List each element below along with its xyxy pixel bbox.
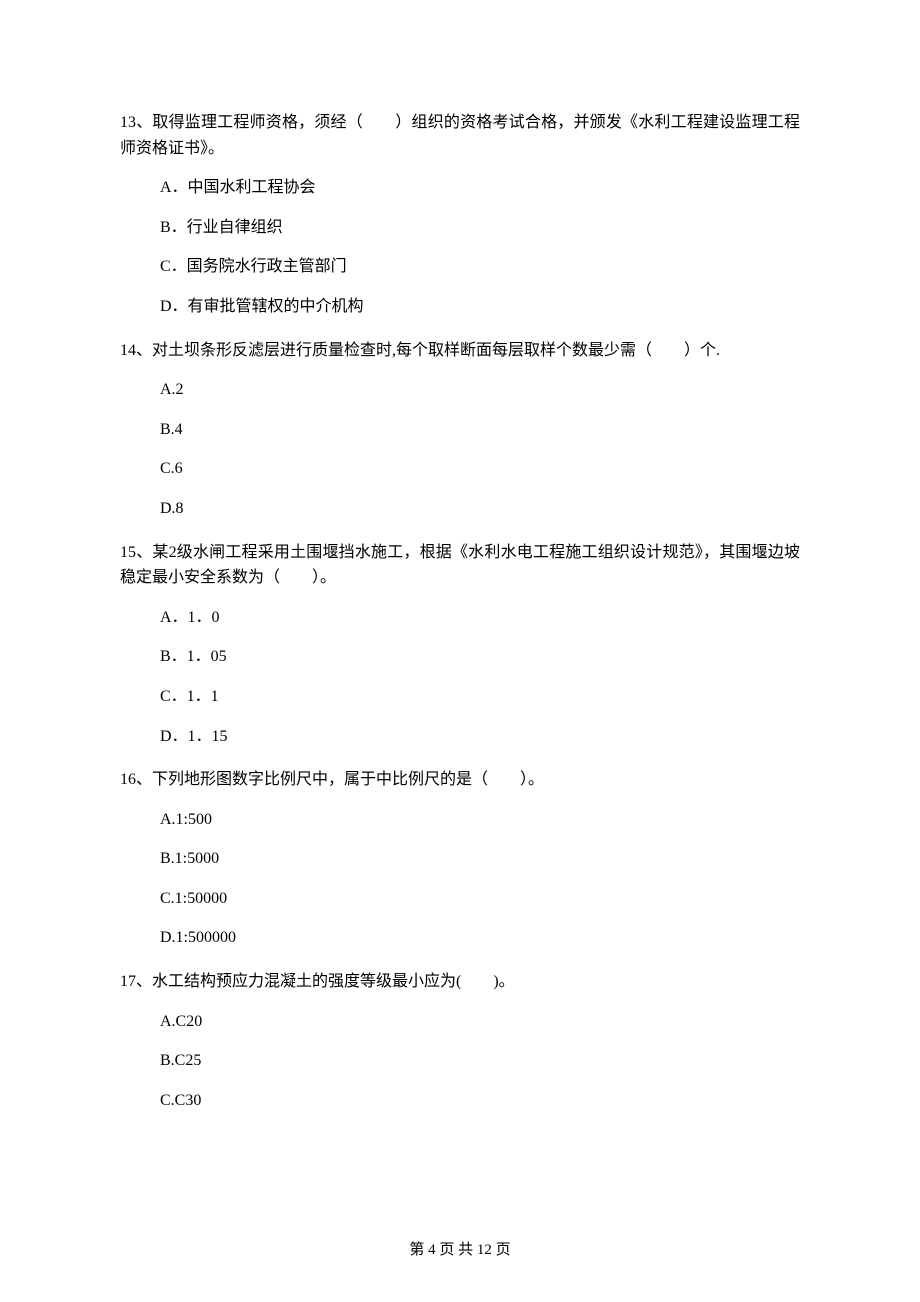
option-d: D．1．15 xyxy=(160,724,800,750)
question-text: 17、水工结构预应力混凝土的强度等级最小应为( )。 xyxy=(120,969,800,995)
question-text: 14、对土坝条形反滤层进行质量检查时,每个取样断面每层取样个数最少需（ ）个. xyxy=(120,338,800,364)
option-a: A．中国水利工程协会 xyxy=(160,175,800,201)
question-17: 17、水工结构预应力混凝土的强度等级最小应为( )。 A.C20 B.C25 C… xyxy=(120,969,800,1113)
question-text: 16、下列地形图数字比例尺中，属于中比例尺的是（ ）。 xyxy=(120,767,800,793)
option-c: C.1:50000 xyxy=(160,886,800,912)
option-a: A.1:500 xyxy=(160,807,800,833)
option-d: D.8 xyxy=(160,496,800,522)
option-d: D.1:500000 xyxy=(160,925,800,951)
option-b: B．1．05 xyxy=(160,644,800,670)
option-c: C.C30 xyxy=(160,1088,800,1114)
option-b: B.1:5000 xyxy=(160,846,800,872)
question-text: 15、某2级水闸工程采用土围堰挡水施工，根据《水利水电工程施工组织设计规范》，其… xyxy=(120,540,800,591)
page-footer: 第 4 页 共 12 页 xyxy=(0,1238,920,1262)
option-c: C.6 xyxy=(160,456,800,482)
option-b: B.4 xyxy=(160,417,800,443)
option-a: A．1．0 xyxy=(160,605,800,631)
question-16: 16、下列地形图数字比例尺中，属于中比例尺的是（ ）。 A.1:500 B.1:… xyxy=(120,767,800,951)
question-15: 15、某2级水闸工程采用土围堰挡水施工，根据《水利水电工程施工组织设计规范》，其… xyxy=(120,540,800,750)
option-a: A.C20 xyxy=(160,1009,800,1035)
option-b: B．行业自律组织 xyxy=(160,215,800,241)
option-c: C．1．1 xyxy=(160,684,800,710)
question-14: 14、对土坝条形反滤层进行质量检查时,每个取样断面每层取样个数最少需（ ）个. … xyxy=(120,338,800,522)
option-c: C．国务院水行政主管部门 xyxy=(160,254,800,280)
question-text: 13、取得监理工程师资格，须经（ ）组织的资格考试合格，并颁发《水利工程建设监理… xyxy=(120,110,800,161)
option-b: B.C25 xyxy=(160,1048,800,1074)
option-a: A.2 xyxy=(160,377,800,403)
option-d: D．有审批管辖权的中介机构 xyxy=(160,294,800,320)
question-13: 13、取得监理工程师资格，须经（ ）组织的资格考试合格，并颁发《水利工程建设监理… xyxy=(120,110,800,320)
page-container: 13、取得监理工程师资格，须经（ ）组织的资格考试合格，并颁发《水利工程建设监理… xyxy=(0,0,920,1302)
